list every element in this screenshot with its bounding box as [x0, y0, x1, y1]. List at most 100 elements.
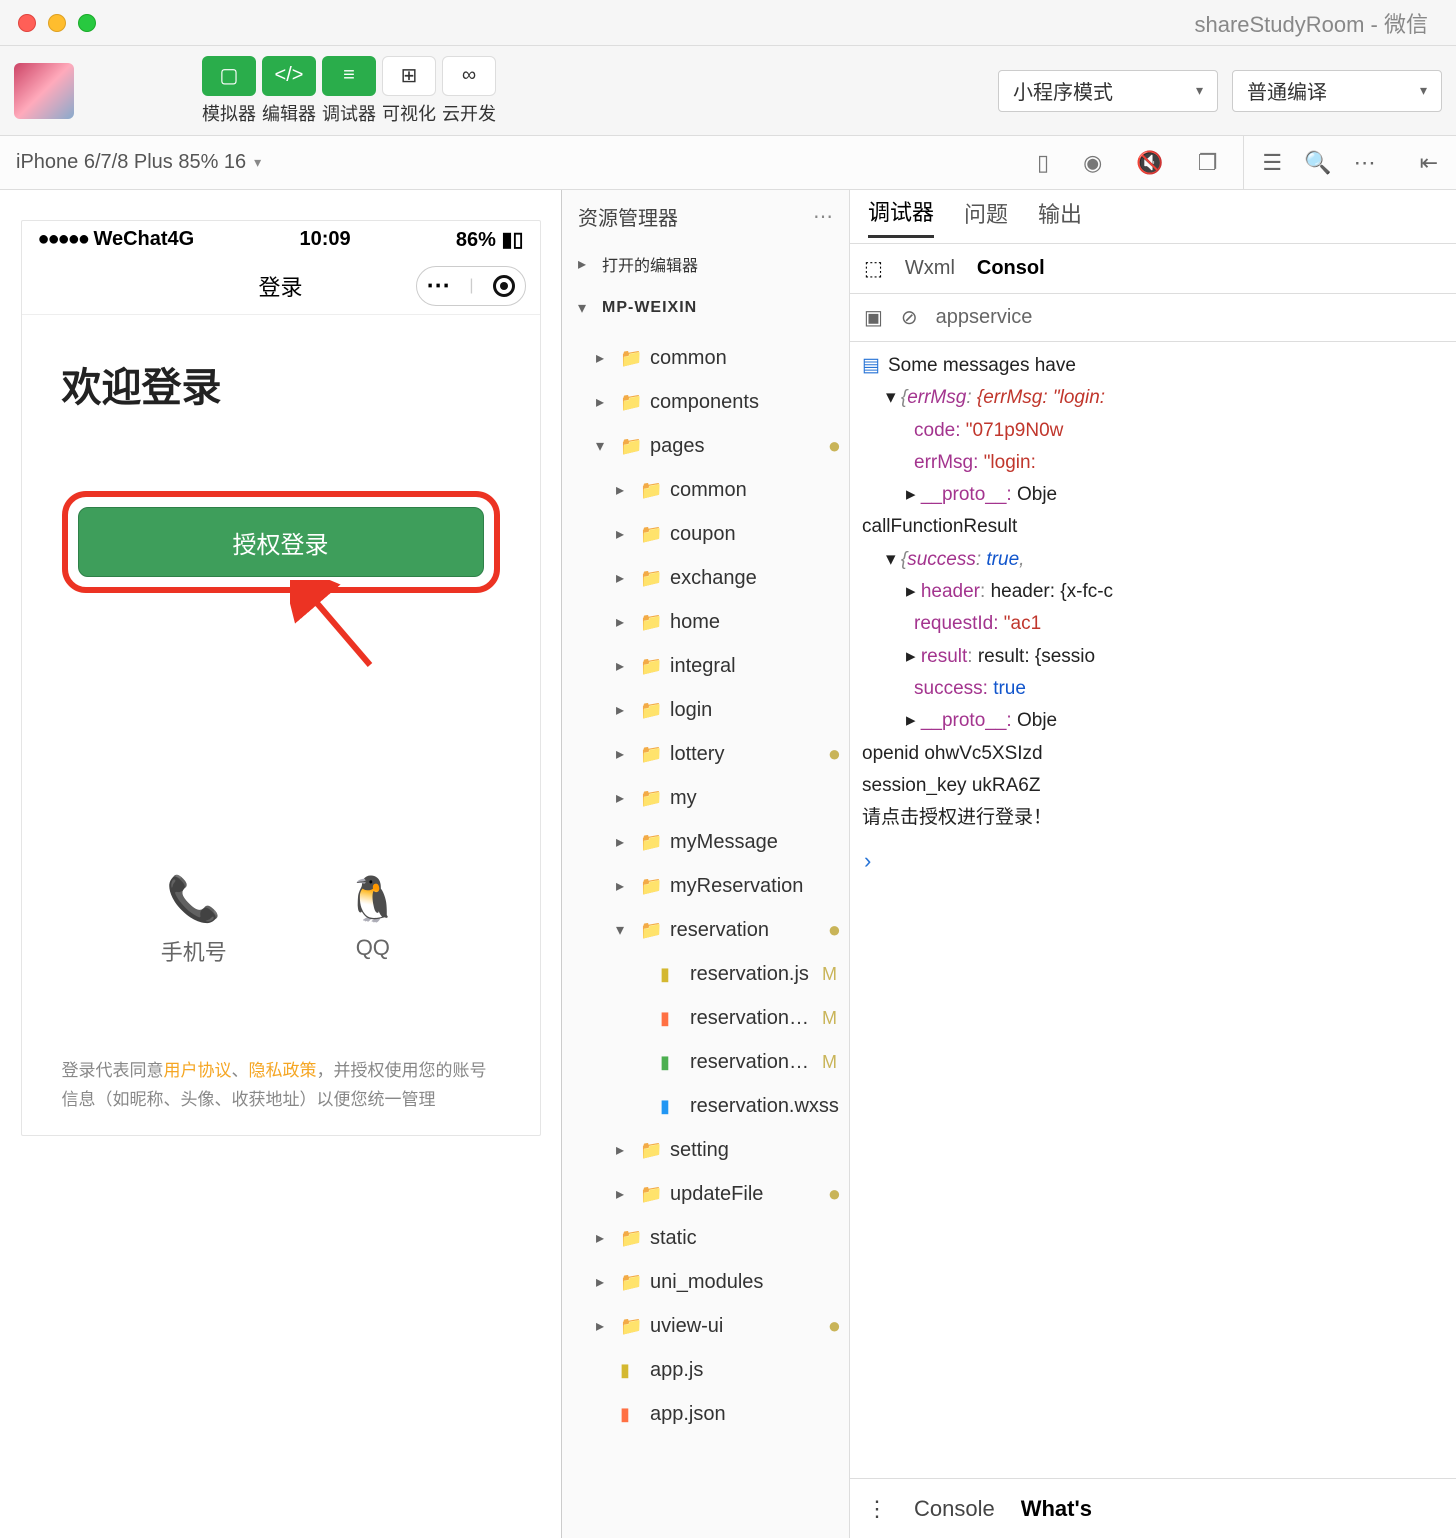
folder-icon: 📁: [640, 700, 662, 721]
menu-icon[interactable]: ⋯: [426, 271, 450, 300]
more-icon[interactable]: ⋯: [1354, 150, 1376, 176]
devtools-footer: ⋮ Console What's: [850, 1478, 1456, 1538]
more-icon[interactable]: ⋯: [813, 204, 833, 229]
qq-login-button[interactable]: 🐧 QQ: [345, 873, 400, 967]
folder-item[interactable]: ▸📁my: [562, 776, 849, 820]
compile-dropdown-label: 普通编译: [1247, 76, 1327, 105]
close-miniprogram-icon[interactable]: [493, 275, 515, 297]
visual-label: 可视化: [382, 100, 436, 126]
device-selector[interactable]: iPhone 6/7/8 Plus 85% 16 ▾: [0, 151, 277, 174]
folder-item[interactable]: ▸📁components: [562, 380, 849, 424]
clock-label: 10:09: [299, 228, 350, 251]
nav-title: 登录: [258, 270, 302, 302]
close-window-button[interactable]: [18, 14, 36, 32]
folder-item[interactable]: ▸📁lottery●: [562, 732, 849, 776]
login-options: 📞 手机号 🐧 QQ: [62, 873, 500, 967]
folder-item[interactable]: ▸📁updateFile●: [562, 1172, 849, 1216]
folder-item[interactable]: ▾📁pages●: [562, 424, 849, 468]
folder-icon: 📁: [640, 480, 662, 501]
search-icon[interactable]: 🔍: [1304, 150, 1331, 176]
phone-frame: ●●●●● WeChat4G 10:09 86% ▮▯ 登录 ⋯ | 欢迎登录 …: [21, 220, 541, 1136]
file-icon: ▮: [660, 1008, 682, 1029]
console-toolbar: ▣ ⊘ appservice: [850, 294, 1456, 342]
footer-tab-console[interactable]: Console: [914, 1496, 995, 1522]
console-prompt[interactable]: ›: [850, 842, 1456, 880]
tab-wxml[interactable]: Wxml: [905, 257, 955, 280]
device-selector-label: iPhone 6/7/8 Plus 85% 16: [16, 151, 246, 174]
console-output: ▤Some messages have ▾ {errMsg: {errMsg: …: [850, 342, 1456, 842]
tab-console[interactable]: Consol: [977, 257, 1045, 280]
tab-debugger[interactable]: 调试器: [868, 195, 934, 238]
editor-button[interactable]: </> 编辑器: [262, 56, 316, 126]
folder-item[interactable]: ▸📁myMessage: [562, 820, 849, 864]
folder-item[interactable]: ▸📁myReservation: [562, 864, 849, 908]
phone-icon: 📞: [166, 873, 221, 925]
mute-icon[interactable]: 🔇: [1136, 150, 1163, 176]
folder-item[interactable]: ▸📁coupon: [562, 512, 849, 556]
mode-dropdown[interactable]: 小程序模式 ▾: [998, 70, 1218, 112]
folder-item[interactable]: ▸📁common: [562, 468, 849, 512]
device-bar: iPhone 6/7/8 Plus 85% 16 ▾ ▯ ◉ 🔇 ❐ ☰ 🔍 ⋯…: [0, 136, 1456, 190]
main-toolbar: ▢ 模拟器 </> 编辑器 ≡ 调试器 ⊞ 可视化 ∞ 云开发 小程序模式 ▾ …: [0, 46, 1456, 136]
file-item[interactable]: ▮app.js: [562, 1348, 849, 1392]
phone-login-button[interactable]: 📞 手机号: [161, 873, 227, 967]
editor-label: 编辑器: [262, 100, 316, 126]
file-item[interactable]: ▮app.json: [562, 1392, 849, 1436]
service-selector[interactable]: appservice: [936, 306, 1033, 329]
folder-item[interactable]: ▸📁login: [562, 688, 849, 732]
minimize-window-button[interactable]: [48, 14, 66, 32]
zoom-window-button[interactable]: [78, 14, 96, 32]
record-icon[interactable]: ◉: [1083, 150, 1102, 176]
eye-icon[interactable]: ▣: [864, 305, 883, 330]
file-item[interactable]: ▮reservation.js…M: [562, 996, 849, 1040]
window-titlebar: shareStudyRoom - 微信: [0, 0, 1456, 46]
folder-item[interactable]: ▾📁reservation●: [562, 908, 849, 952]
view-buttons: ▢ 模拟器 </> 编辑器 ≡ 调试器 ⊞ 可视化 ∞ 云开发: [202, 56, 496, 126]
file-item[interactable]: ▮reservation.wxss: [562, 1084, 849, 1128]
debugger-button[interactable]: ≡ 调试器: [322, 56, 376, 126]
explorer-panel: 资源管理器 ⋯ ▸打开的编辑器 ▾MP-WEIXIN ▸📁common▸📁com…: [562, 190, 850, 1538]
window-title: shareStudyRoom - 微信: [96, 7, 1438, 39]
visual-button[interactable]: ⊞ 可视化: [382, 56, 436, 126]
sim-controls: ▯ ◉ 🔇 ❐: [1037, 150, 1243, 176]
file-item[interactable]: ▮reservation.w…M: [562, 1040, 849, 1084]
auth-login-button[interactable]: 授权登录: [78, 507, 484, 577]
battery-label: 86%: [456, 229, 496, 251]
tab-problems[interactable]: 问题: [964, 197, 1008, 237]
chevron-down-icon: ▾: [1420, 82, 1427, 99]
folder-item[interactable]: ▸📁static: [562, 1216, 849, 1260]
toggle-panel-icon[interactable]: ⇤: [1420, 150, 1438, 176]
folder-item[interactable]: ▸📁integral: [562, 644, 849, 688]
explorer-title: 资源管理器: [578, 202, 678, 231]
file-icon: ▮: [660, 1052, 682, 1073]
open-editors-section[interactable]: ▸打开的编辑器: [562, 242, 849, 286]
simulator-button[interactable]: ▢ 模拟器: [202, 56, 256, 126]
folder-item[interactable]: ▸📁exchange: [562, 556, 849, 600]
project-avatar[interactable]: [14, 63, 74, 119]
project-root[interactable]: ▾MP-WEIXIN: [562, 286, 849, 330]
folder-icon: 📁: [640, 612, 662, 633]
rotate-icon[interactable]: ▯: [1037, 150, 1049, 176]
folder-item[interactable]: ▸📁uni_modules: [562, 1260, 849, 1304]
compile-dropdown[interactable]: 普通编译 ▾: [1232, 70, 1442, 112]
console-line: 请点击授权进行登录！: [862, 802, 1444, 834]
folder-item[interactable]: ▸📁home: [562, 600, 849, 644]
folder-item[interactable]: ▸📁uview-ui●: [562, 1304, 849, 1348]
phone-body: 欢迎登录 授权登录 📞 手机号 🐧 QQ 登录代表同意用户协议、隐私政策，并授权…: [22, 315, 540, 1135]
tab-output[interactable]: 输出: [1038, 197, 1082, 237]
cloud-button[interactable]: ∞ 云开发: [442, 56, 496, 126]
folder-icon: 📁: [640, 568, 662, 589]
folder-item[interactable]: ▸📁common: [562, 336, 849, 380]
folder-item[interactable]: ▸📁setting: [562, 1128, 849, 1172]
more-icon[interactable]: ⋮: [866, 1496, 888, 1522]
folder-icon: 📁: [640, 1184, 662, 1205]
list-icon[interactable]: ☰: [1262, 150, 1282, 176]
inspect-icon[interactable]: ⬚: [864, 256, 883, 281]
clear-icon[interactable]: ⊘: [901, 305, 918, 330]
user-agreement-link[interactable]: 用户协议: [164, 1061, 232, 1080]
file-item[interactable]: ▮reservation.jsM: [562, 952, 849, 996]
signal-icon: ●●●●●: [38, 228, 88, 250]
detach-icon[interactable]: ❐: [1198, 150, 1218, 176]
privacy-policy-link[interactable]: 隐私政策: [249, 1061, 317, 1080]
footer-tab-whatsnew[interactable]: What's: [1021, 1496, 1092, 1522]
